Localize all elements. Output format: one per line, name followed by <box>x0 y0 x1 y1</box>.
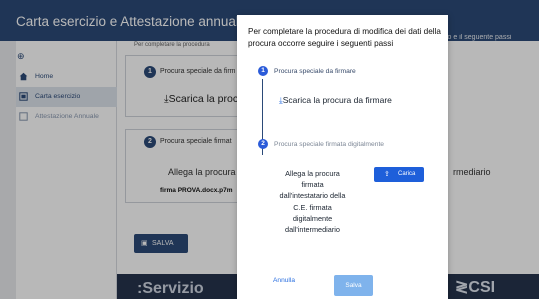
modal-step1-label: Procura speciale da firmare <box>274 68 356 75</box>
step-number: 2 <box>258 139 268 149</box>
modal-save-button[interactable]: Salva <box>334 275 373 296</box>
upload-button[interactable]: ⇪ Carica <box>374 167 424 182</box>
modal-download-link[interactable]: ⤓Scarica la procura da firmare <box>279 95 392 106</box>
step-number: 1 <box>258 66 268 76</box>
procura-modal: Per completare la procedura di modifica … <box>237 15 448 299</box>
modal-title: Per completare la procedura di modifica … <box>248 27 441 48</box>
modal-step2-label: Procura speciale firmata digitalmente <box>274 141 385 148</box>
upload-icon: ⇪ <box>384 171 390 178</box>
upload-description: Allega la procura firmata dall'intestata… <box>279 169 346 235</box>
cancel-link[interactable]: Annulla <box>273 277 295 284</box>
